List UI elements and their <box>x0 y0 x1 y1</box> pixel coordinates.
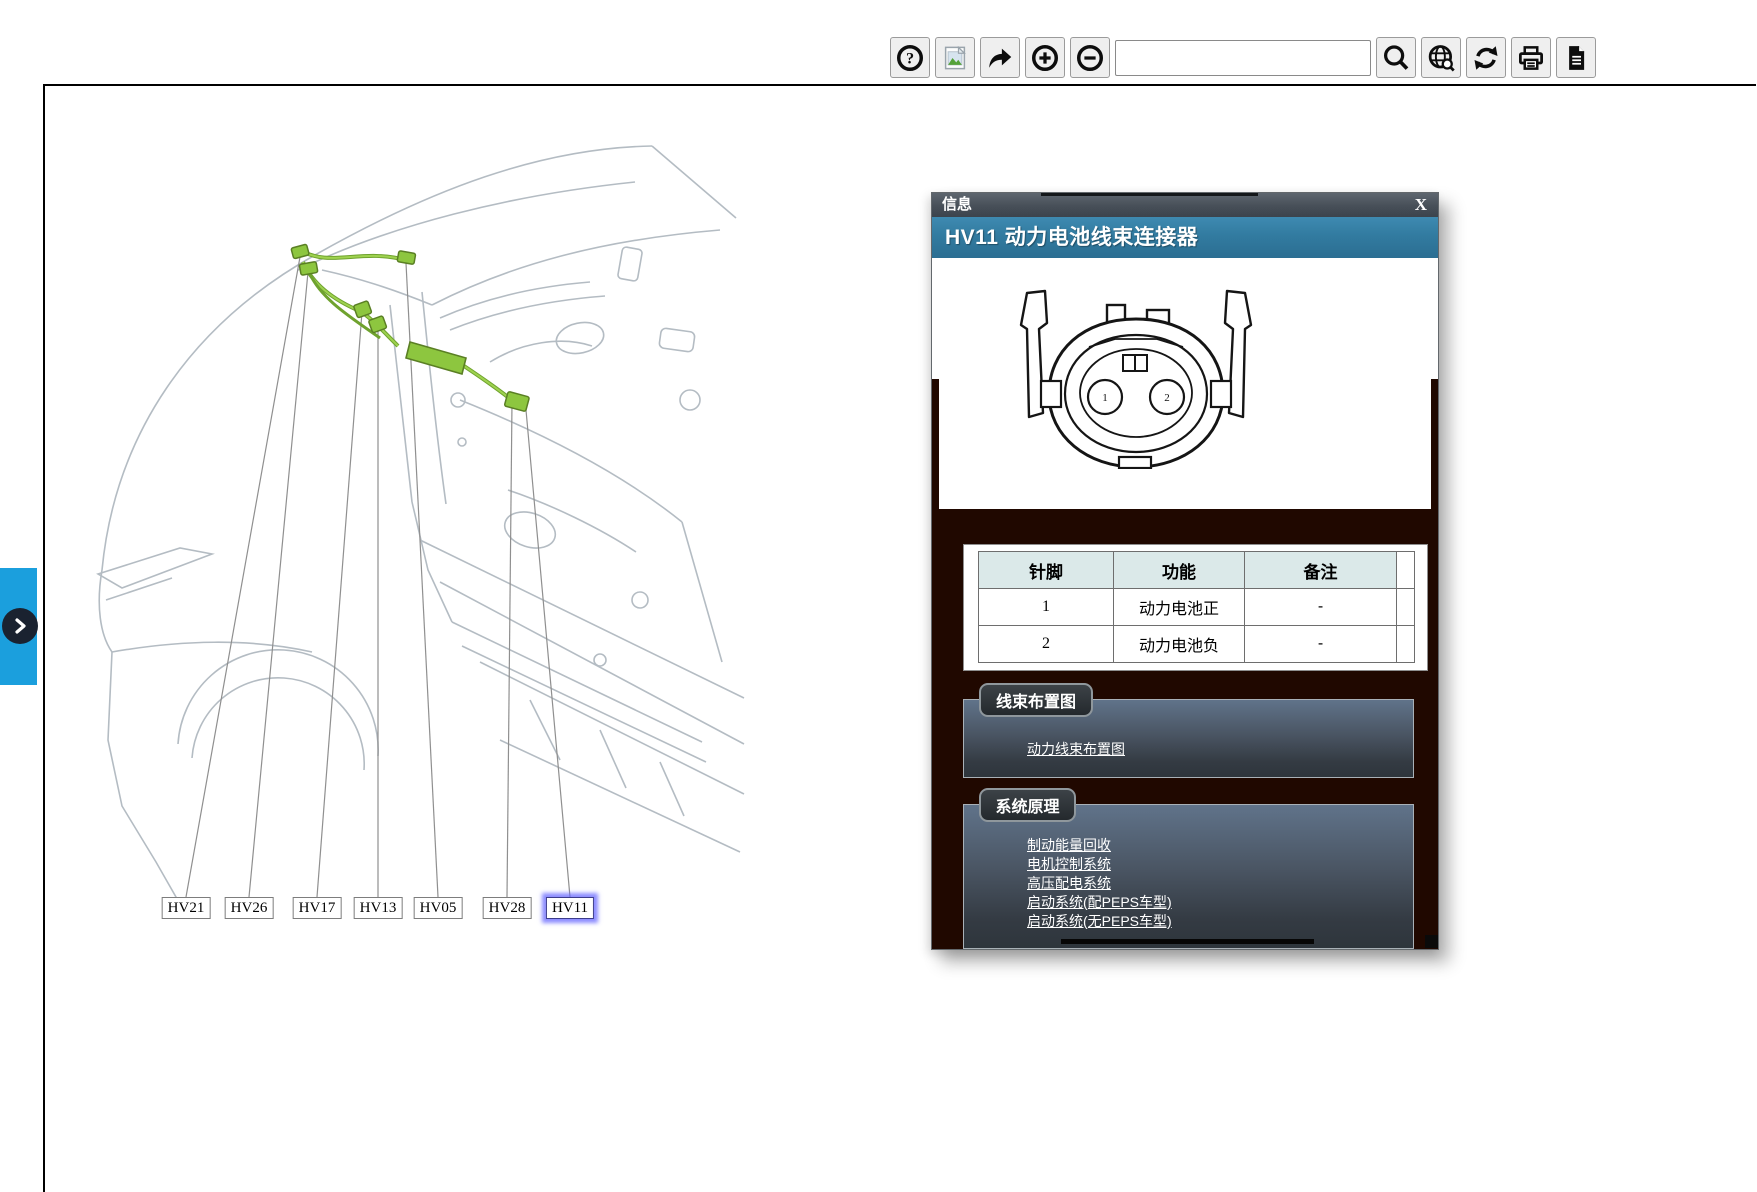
connector-label-hv11[interactable]: HV11 <box>545 897 595 919</box>
question-circle-icon: ? <box>897 44 923 71</box>
app-window: ? HV21 HV26 HV17 HV13 HV05 HV28 HV11 信息 … <box>0 0 1757 1192</box>
function-cell: 动力电池负 <box>1113 625 1245 663</box>
pin-table-header: 针脚 <box>978 551 1114 589</box>
section-panel-system-principle: 制动能量回收 电机控制系统 高压配电系统 启动系统(配PEPS车型) 启动系统(… <box>963 804 1414 949</box>
image-side-strip-left <box>932 379 939 509</box>
document-page-icon <box>1569 45 1585 70</box>
close-button[interactable]: X <box>1415 194 1427 216</box>
connector-label-hv21[interactable]: HV21 <box>161 897 211 919</box>
sync-arrows-icon <box>1474 45 1498 70</box>
image-placeholder-icon <box>944 45 966 69</box>
horizontal-scrollbar-thumb[interactable] <box>1061 939 1314 944</box>
link-start-system-no-peps[interactable]: 启动系统(无PEPS车型) <box>1027 912 1172 931</box>
print-button[interactable] <box>1511 37 1551 78</box>
globe-magnifier-icon <box>1428 44 1455 71</box>
link-motor-control-system[interactable]: 电机控制系统 <box>1027 855 1172 874</box>
chevron-right-icon <box>2 608 38 644</box>
search-button[interactable] <box>1376 37 1416 78</box>
toolbar: ? <box>890 37 1596 78</box>
link-power-harness-layout[interactable]: 动力线束布置图 <box>1027 739 1125 759</box>
spacer-cell <box>1396 625 1415 663</box>
pin-2-label: 2 <box>1164 392 1170 404</box>
scrollbar-corner <box>1425 935 1438 948</box>
pin-table: 针脚 功能 备注 1 动力电池正 - 2 动力电池负 - <box>978 551 1415 663</box>
harness-highlight <box>290 243 530 412</box>
share-button[interactable] <box>980 37 1020 78</box>
section-badge-system-principle: 系统原理 <box>979 788 1076 822</box>
spacer-cell <box>1396 588 1415 626</box>
printer-icon <box>1519 45 1543 70</box>
web-search-button[interactable] <box>1421 37 1461 78</box>
pin-1-label: 1 <box>1102 392 1108 404</box>
connector-diagram: 1 2 <box>1019 289 1253 469</box>
pin-table-header: 功能 <box>1113 551 1245 589</box>
remark-cell: - <box>1244 588 1397 626</box>
titlebar-notch <box>1041 193 1258 196</box>
document-button[interactable] <box>1556 37 1596 78</box>
share-arrow-icon <box>989 48 1012 68</box>
sidebar-expand-tab[interactable] <box>0 568 38 685</box>
pin-table-container: 针脚 功能 备注 1 动力电池正 - 2 动力电池负 - <box>963 544 1428 671</box>
search-input[interactable] <box>1115 39 1371 76</box>
table-row: 1 动力电池正 - <box>978 588 1415 626</box>
table-row: 2 动力电池负 - <box>978 625 1415 663</box>
image-button[interactable] <box>935 37 975 78</box>
connector-label-hv05[interactable]: HV05 <box>413 897 463 919</box>
connector-label-hv28[interactable]: HV28 <box>482 897 532 919</box>
popup-header-text: HV11 动力电池线束连接器 <box>945 226 1199 249</box>
link-hv-distribution-system[interactable]: 高压配电系统 <box>1027 874 1172 893</box>
link-start-system-peps[interactable]: 启动系统(配PEPS车型) <box>1027 893 1172 912</box>
help-button[interactable]: ? <box>890 37 930 78</box>
pin-cell: 2 <box>978 625 1114 663</box>
leader-lines <box>185 256 571 898</box>
svg-text:?: ? <box>906 49 914 67</box>
function-cell: 动力电池正 <box>1113 588 1245 626</box>
zoom-in-button[interactable] <box>1025 37 1065 78</box>
image-side-strip-right <box>1431 379 1438 509</box>
popup-title: 信息 <box>942 196 973 213</box>
zoom-out-button[interactable] <box>1070 37 1110 78</box>
minus-circle-icon <box>1077 44 1103 71</box>
info-popup: 信息 X HV11 动力电池线束连接器 1 2 针脚 功能 备注 1 动力电池正… <box>931 192 1439 950</box>
car-body-diagram <box>96 145 745 915</box>
pin-table-header-spacer <box>1396 551 1415 589</box>
connector-label-hv26[interactable]: HV26 <box>224 897 274 919</box>
link-brake-energy-recovery[interactable]: 制动能量回收 <box>1027 836 1172 855</box>
refresh-button[interactable] <box>1466 37 1506 78</box>
magnifier-icon <box>1383 44 1409 70</box>
pin-table-header: 备注 <box>1244 551 1397 589</box>
remark-cell: - <box>1244 625 1397 663</box>
connector-image-area: 1 2 <box>932 258 1438 509</box>
popup-titlebar: 信息 X <box>932 193 1438 217</box>
pin-cell: 1 <box>978 588 1114 626</box>
connector-label-hv13[interactable]: HV13 <box>353 897 403 919</box>
section-badge-harness-layout: 线束布置图 <box>979 683 1093 717</box>
plus-circle-icon <box>1032 44 1058 71</box>
popup-header: HV11 动力电池线束连接器 <box>932 217 1438 258</box>
car-line-art <box>96 145 745 915</box>
connector-label-hv17[interactable]: HV17 <box>292 897 342 919</box>
